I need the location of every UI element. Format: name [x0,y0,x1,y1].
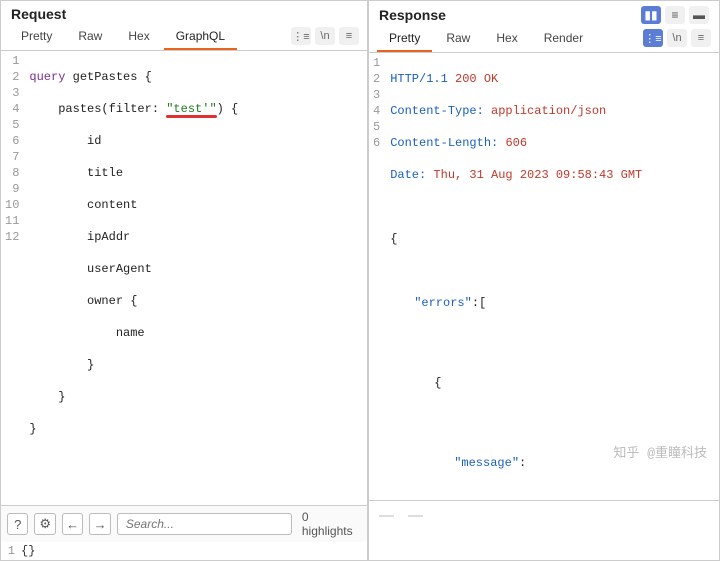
request-bottom-toolbar: ? ⚙ ← → 0 highlights [1,505,367,542]
actions-icon[interactable]: ⋮≡ [291,27,311,45]
hdr-date-key: Date: [390,168,426,182]
response-newline-icon[interactable]: \n [667,29,687,47]
request-mini-code: 1{} [1,542,367,560]
hdr-date-val: Thu, 31 Aug 2023 09:58:43 GMT [433,168,642,182]
resp-tab-raw[interactable]: Raw [434,26,482,52]
view-single-icon[interactable]: ▬ [689,6,709,24]
request-header: Request [1,1,367,24]
help-icon[interactable]: ? [7,513,28,535]
response-menu-icon[interactable]: ≡ [691,29,711,47]
footer-dash2: — [408,507,423,524]
response-code: HTTP/1.1 200 OK Content-Type: applicatio… [386,53,719,500]
resp-tab-hex[interactable]: Hex [484,26,529,52]
filter-value: "test'" [166,102,216,116]
hdr-ct-val: application/json [491,104,606,118]
request-title: Request [11,6,66,22]
view-list-icon[interactable]: ≡ [665,6,685,24]
response-panel: Response ▮▮ ≡ ▬ Pretty Raw Hex Render ⋮≡… [368,0,720,561]
gear-icon[interactable]: ⚙ [34,513,55,535]
newline-icon[interactable]: \n [315,27,335,45]
resp-tab-render[interactable]: Render [532,26,595,52]
json-brace-open: { [390,231,715,247]
http-status: 200 OK [455,72,498,86]
highlights-count: 0 highlights [302,510,361,538]
hdr-cl-val: 606 [505,136,527,150]
request-tabbar: Pretty Raw Hex GraphQL ⋮≡ \n ≡ [1,24,367,51]
json-errors-key: "errors" [414,296,472,310]
hdr-ct-key: Content-Type: [390,104,484,118]
request-tab-icons: ⋮≡ \n ≡ [291,24,359,50]
response-tabbar: Pretty Raw Hex Render ⋮≡ \n ≡ [369,26,719,53]
tab-raw[interactable]: Raw [66,24,114,50]
response-tab-icons: ⋮≡ \n ≡ [643,26,711,52]
response-actions-icon[interactable]: ⋮≡ [643,29,663,47]
request-panel: Request Pretty Raw Hex GraphQL ⋮≡ \n ≡ 1… [0,0,368,561]
main-container: Request Pretty Raw Hex GraphQL ⋮≡ \n ≡ 1… [0,0,720,561]
response-header-icons: ▮▮ ≡ ▬ [641,6,709,24]
hdr-cl-key: Content-Length: [390,136,498,150]
response-title: Response [379,7,446,23]
response-header: Response ▮▮ ≡ ▬ [369,1,719,26]
next-icon[interactable]: → [89,513,110,535]
tab-graphql[interactable]: GraphQL [164,24,237,50]
footer-dash1: — [379,507,394,524]
menu-icon[interactable]: ≡ [339,27,359,45]
request-gutter: 123456789101112 [1,51,25,505]
resp-tab-pretty[interactable]: Pretty [377,26,432,52]
request-code-area[interactable]: 123456789101112 query getPastes { pastes… [1,51,367,505]
prev-icon[interactable]: ← [62,513,83,535]
http-version: HTTP/1.1 [390,72,448,86]
tab-pretty[interactable]: Pretty [9,24,64,50]
mini-code-text: {} [21,544,35,558]
json-message-key: "message" [454,456,519,470]
response-footer: — — [369,500,719,560]
response-code-area[interactable]: 123456 HTTP/1.1 200 OK Content-Type: app… [369,53,719,500]
request-code: query getPastes { pastes(filter: "test'"… [25,51,367,505]
response-gutter: 123456 [369,53,386,500]
tab-hex[interactable]: Hex [116,24,161,50]
view-split-icon[interactable]: ▮▮ [641,6,661,24]
search-input[interactable] [117,513,292,535]
